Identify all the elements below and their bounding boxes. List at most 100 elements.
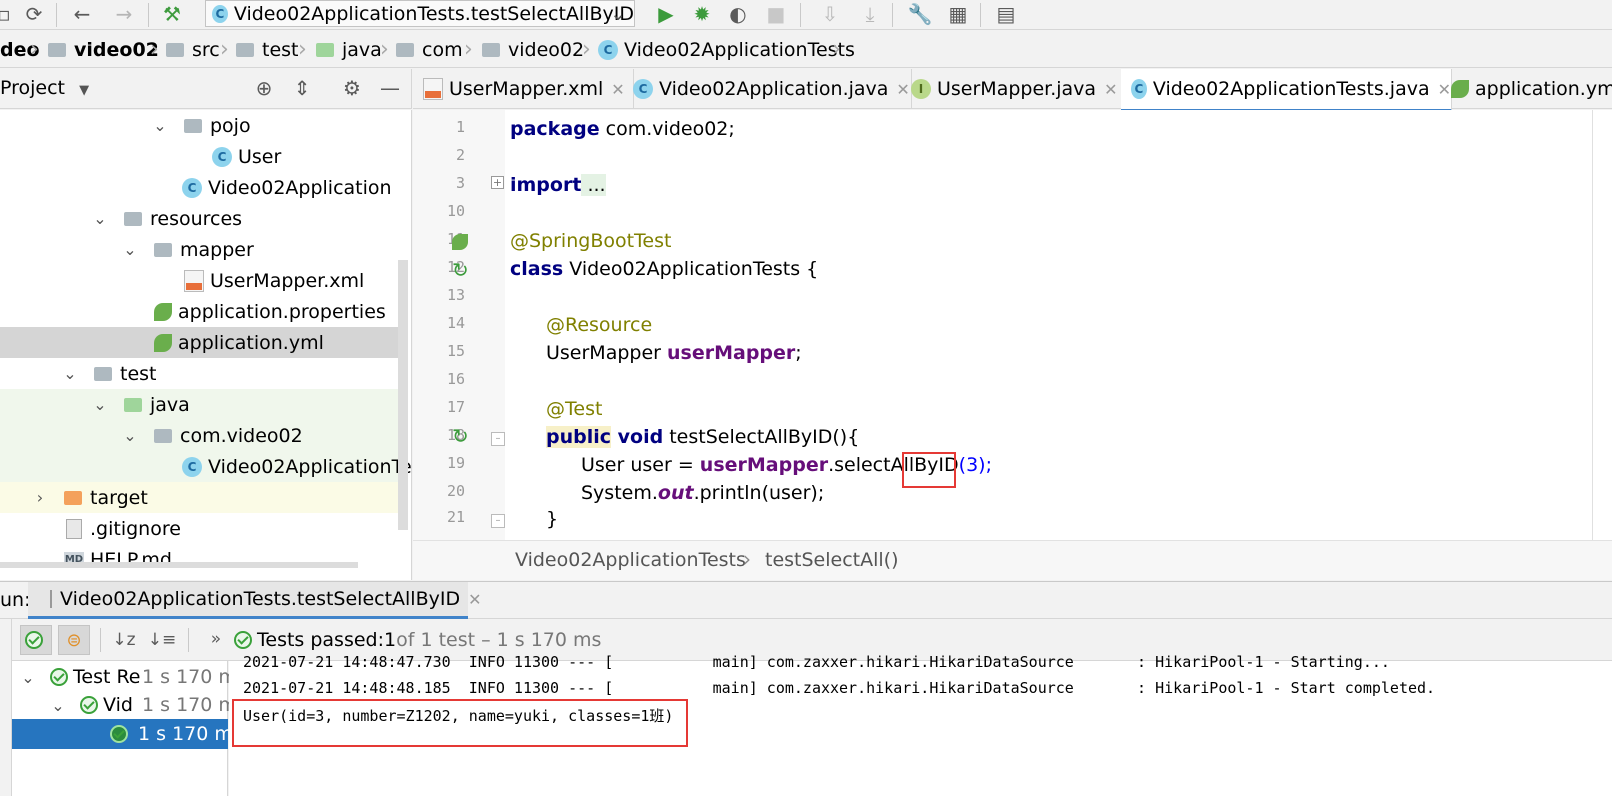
breadcrumb-item[interactable]: src — [166, 36, 220, 64]
debug-icon[interactable]: ✹ — [690, 2, 714, 26]
tree-item-com-video02[interactable]: ⌄ com.video02 — [0, 420, 400, 451]
run-test-method-icon[interactable]: ↻ — [452, 424, 469, 448]
collapse-all-icon[interactable]: ⇕ — [290, 76, 314, 100]
breadcrumb-item[interactable]: video02 — [482, 36, 584, 64]
breadcrumb-item[interactable]: com — [396, 36, 463, 64]
line-number: 1 — [455, 118, 465, 136]
editor-crumb-class[interactable]: Video02ApplicationTests — [515, 549, 746, 571]
breadcrumb-label: Video02ApplicationTests — [624, 39, 855, 61]
vertical-scrollbar[interactable] — [398, 260, 408, 530]
close-icon[interactable]: ✕ — [468, 590, 481, 609]
tree-item-application-yml[interactable]: application.yml — [0, 327, 400, 358]
minimize-icon[interactable]: — — [378, 76, 402, 100]
tree-item-usermapper-xml[interactable]: UserMapper.xml — [0, 265, 400, 296]
show-passed-toggle[interactable] — [20, 625, 52, 655]
tab-label: Video02Application.java — [659, 78, 889, 100]
horizontal-scrollbar[interactable] — [0, 562, 358, 568]
vcs-update-icon[interactable]: ⇩ — [818, 2, 842, 26]
run-icon[interactable]: ▶ — [654, 2, 678, 26]
build-icon[interactable]: ⚒ — [160, 2, 184, 26]
project-view-selector[interactable]: Project ▼ — [0, 77, 89, 99]
tree-item-target[interactable]: › target — [0, 482, 400, 513]
spring-bean-icon[interactable] — [452, 234, 468, 250]
tree-item-label: com.video02 — [180, 424, 303, 447]
line-number: 17 — [446, 398, 465, 416]
more-icon[interactable]: » — [204, 627, 228, 651]
code-text: com.video02; — [599, 118, 735, 140]
sdk-icon[interactable]: ▤ — [994, 2, 1018, 26]
breadcrumb-label: java — [342, 39, 382, 61]
chevron-right-icon[interactable]: › — [32, 488, 48, 507]
vcs-commit-icon[interactable]: ⤓ — [858, 2, 882, 26]
tree-item-mapper[interactable]: ⌄ mapper — [0, 234, 400, 265]
sort-alphabetically-icon[interactable]: ↓z — [112, 628, 136, 652]
breadcrumb-item[interactable]: test — [236, 36, 299, 64]
test-tree-class[interactable]: ⌄ Vid 1 s 170 ms — [12, 691, 246, 719]
tree-item-resources[interactable]: ⌄ resources — [0, 203, 400, 234]
static-field: out — [657, 482, 694, 504]
test-tree-root[interactable]: ⌄ Test Re 1 s 170 ms — [12, 663, 246, 691]
back-icon[interactable]: ← — [70, 2, 94, 26]
tree-item-java[interactable]: ⌄ java — [0, 389, 400, 420]
tree-item-video02applicationtests[interactable]: C Video02ApplicationTests — [0, 451, 411, 482]
tree-item-pojo[interactable]: ⌄ pojo — [0, 110, 400, 141]
tree-item-video02application[interactable]: C Video02Application — [0, 172, 400, 203]
run-test-class-icon[interactable]: ↻ — [452, 258, 469, 282]
tab-usermapper-xml[interactable]: UserMapper.xml ✕ — [413, 69, 634, 109]
tab-video02application-java[interactable]: C Video02Application.java ✕ — [623, 69, 912, 109]
code-line: @Test — [546, 398, 603, 420]
code-text: .println(user); — [693, 482, 825, 504]
settings-wrench-icon[interactable]: 🔧 — [908, 2, 933, 26]
tree-item-gitignore[interactable]: .gitignore — [0, 513, 400, 544]
tree-item-label: pojo — [210, 114, 251, 137]
main-toolbar: ▫ ⟳ ← → ⚒ C Video02ApplicationTests.test… — [0, 0, 1612, 30]
close-icon[interactable]: ✕ — [1104, 80, 1117, 99]
toolbar-divider — [188, 628, 189, 652]
tree-item-test[interactable]: ⌄ test — [0, 358, 400, 389]
show-ignored-toggle[interactable]: ⊜ — [58, 625, 90, 655]
console-line: 2021-07-21 14:48:47.730 INFO 11300 --- [… — [243, 653, 1390, 671]
editor-crumb-method[interactable]: testSelectAll() — [765, 549, 898, 571]
fold-marker-icon[interactable]: – — [491, 514, 505, 528]
project-tree: ⌄ pojo C User C Video02Application ⌄ resourc… — [0, 110, 412, 580]
console-output[interactable]: 2021-07-21 14:48:47.730 INFO 11300 --- [… — [229, 653, 1612, 796]
forward-icon[interactable]: → — [112, 2, 136, 26]
run-tab[interactable]: Video02ApplicationTests.testSelectAllByI… — [28, 582, 482, 619]
tree-item-help-md[interactable]: MD HELP.md — [0, 544, 400, 575]
expand-fold-icon[interactable]: + — [491, 176, 504, 189]
test-node-time: 1 s 170 ms — [138, 723, 243, 745]
project-structure-icon[interactable]: ▦ — [946, 2, 970, 26]
chevron-down-icon[interactable]: ⌄ — [92, 209, 108, 228]
tab-usermapper-java[interactable]: I UserMapper.java ✕ — [901, 69, 1132, 109]
test-tree-method[interactable]: 1 s 170 ms — [12, 719, 243, 749]
code-text: ( — [958, 454, 967, 476]
chevron-down-icon[interactable]: ⌄ — [122, 240, 138, 259]
tab-application-yml[interactable]: application.ym — [1441, 69, 1612, 109]
sort-by-duration-icon[interactable]: ↓≡ — [148, 628, 177, 652]
chevron-down-icon[interactable]: ⌄ — [62, 364, 78, 383]
run-configuration-select[interactable]: C Video02ApplicationTests.testSelectAllB… — [205, 0, 635, 27]
gear-icon[interactable]: ⚙ — [340, 76, 364, 100]
chevron-down-icon[interactable]: ⌄ — [152, 116, 168, 135]
locate-icon[interactable]: ⊕ — [252, 76, 276, 100]
fold-marker-icon[interactable]: – — [491, 432, 505, 446]
chevron-down-icon[interactable]: ⌄ — [92, 395, 108, 414]
chevron-down-icon[interactable]: ⌄ — [20, 668, 36, 687]
breadcrumb-item[interactable]: java — [316, 36, 382, 64]
text-file-icon — [66, 518, 82, 539]
toolbar-divider — [800, 3, 801, 27]
save-icon[interactable]: ▫ — [0, 2, 16, 26]
coverage-icon[interactable]: ◐ — [726, 2, 750, 26]
stop-icon[interactable]: ■ — [764, 2, 788, 26]
breadcrumb-item[interactable]: video02 — [48, 36, 159, 64]
tree-item-application-properties[interactable]: application.properties — [0, 296, 400, 327]
editor-tab-bar: UserMapper.xml ✕ C Video02Application.java… — [413, 69, 1612, 112]
passed-icon — [110, 725, 128, 743]
sync-icon[interactable]: ⟳ — [22, 2, 46, 26]
folded-imports[interactable]: ... — [581, 174, 606, 196]
tree-item-user[interactable]: C User — [0, 141, 400, 172]
tab-video02applicationtests-java[interactable]: C Video02ApplicationTests.java ✕ — [1121, 69, 1452, 112]
chevron-down-icon[interactable]: ⌄ — [50, 696, 66, 715]
chevron-down-icon[interactable]: ⌄ — [122, 426, 138, 445]
breadcrumb-item[interactable]: C Video02ApplicationTests — [598, 36, 855, 64]
